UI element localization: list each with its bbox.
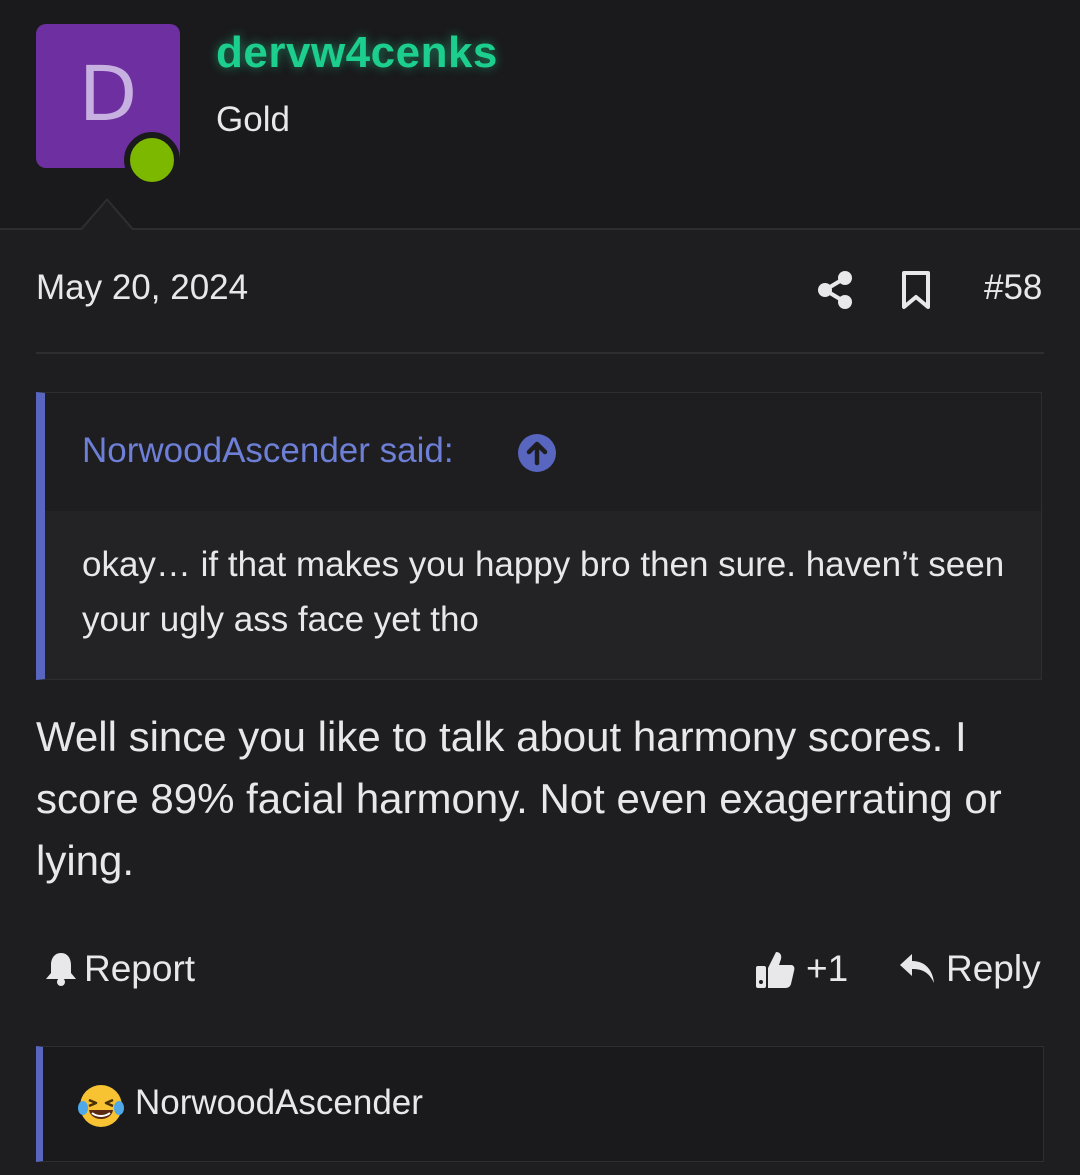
online-status-indicator <box>124 132 180 188</box>
user-header: D dervw4cenks Gold <box>0 0 1080 228</box>
avatar-letter: D <box>78 48 138 138</box>
thumbs-up-icon <box>756 952 795 988</box>
like-button[interactable]: +1 <box>754 944 848 994</box>
meta-divider <box>36 352 1044 354</box>
report-label: Report <box>84 948 196 989</box>
reaction-user[interactable]: NorwoodAscender <box>135 1083 423 1123</box>
post-number[interactable]: #58 <box>984 268 1042 308</box>
reaction-count: +1 <box>806 948 849 989</box>
reactions-bar[interactable]: NorwoodAscender <box>36 1046 1044 1162</box>
arrow-up-circle-icon[interactable] <box>517 433 557 473</box>
reply-label: Reply <box>946 948 1041 989</box>
report-button[interactable]: Report <box>44 944 195 994</box>
bookmark-icon[interactable] <box>900 270 932 310</box>
reply-arrow-icon <box>900 954 934 983</box>
post-date[interactable]: May 20, 2024 <box>36 268 248 308</box>
laughing-crying-emoji-icon <box>78 1085 124 1127</box>
reply-button[interactable]: Reply <box>898 944 1041 994</box>
header-divider <box>0 228 1080 230</box>
bell-icon <box>46 953 76 986</box>
post-body: Well since you like to talk about harmon… <box>36 713 1002 884</box>
quote-author[interactable]: NorwoodAscender said: <box>82 431 454 471</box>
quote-text: okay… if that makes you happy bro then s… <box>82 545 1005 639</box>
share-icon[interactable] <box>816 270 854 310</box>
user-rank: Gold <box>216 100 290 139</box>
forum-post: D dervw4cenks Gold May 20, 2024 #58 Norw… <box>0 0 1080 1175</box>
header-notch-fill <box>82 201 132 230</box>
quote-block: NorwoodAscender said: okay… if that make… <box>36 392 1042 680</box>
username[interactable]: dervw4cenks <box>216 28 498 78</box>
